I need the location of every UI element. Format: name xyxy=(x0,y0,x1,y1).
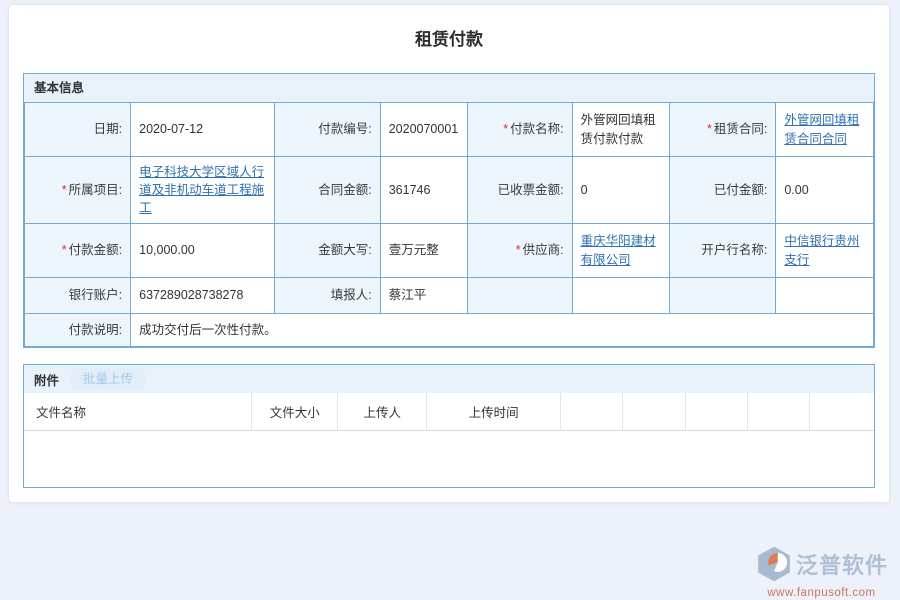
empty-cell xyxy=(468,278,572,314)
field-leasecontract-label: *租赁合同: xyxy=(670,103,776,157)
empty-column xyxy=(809,393,874,430)
attachments-empty-body xyxy=(24,431,874,487)
empty-column xyxy=(747,393,809,430)
empty-column xyxy=(560,393,622,430)
basic-info-section: 基本信息 日期: 2020-07-12 付款编号: 2020070001 *付款… xyxy=(23,73,875,348)
field-invoiced-label: 已收票金额: xyxy=(468,157,572,224)
field-paid-value: 0.00 xyxy=(776,157,874,224)
empty-column xyxy=(622,393,685,430)
basic-info-table: 日期: 2020-07-12 付款编号: 2020070001 *付款名称: 外… xyxy=(24,102,874,347)
field-amountwords-value: 壹万元整 xyxy=(380,224,467,278)
field-leasecontract-value: 外管网回填租赁合同合同 xyxy=(776,103,874,157)
field-supplier-value: 重庆华阳建材有限公司 xyxy=(572,224,670,278)
field-payname-value: 外管网回填租赁付款付款 xyxy=(572,103,670,157)
supplier-link[interactable]: 重庆华阳建材有限公司 xyxy=(581,234,656,266)
attachments-header: 附件 批量上传 xyxy=(24,365,874,393)
column-file-size: 文件大小 xyxy=(252,393,338,430)
field-preparer-label: 填报人: xyxy=(274,278,380,314)
attachments-header-row: 文件名称 文件大小 上传人 上传时间 xyxy=(24,393,874,430)
field-paymentamount-label: *付款金额: xyxy=(25,224,131,278)
field-bankname-label: 开户行名称: xyxy=(670,224,776,278)
bank-name-link[interactable]: 中信银行贵州支行 xyxy=(784,234,859,266)
field-paymentnote-label: 付款说明: xyxy=(25,314,131,347)
fanpu-logo-icon xyxy=(755,545,793,588)
vendor-watermark: 泛普软件 www.fanpusoft.com xyxy=(755,545,888,599)
required-asterisk: * xyxy=(516,243,521,257)
content-card: 租赁付款 基本信息 日期: 2020-07-12 付款编号: 202007000… xyxy=(8,4,890,503)
table-row: *付款金额: 10,000.00 金额大写: 壹万元整 *供应商: 重庆华阳建材… xyxy=(25,224,874,278)
attachments-section-title: 附件 xyxy=(34,370,59,389)
project-link[interactable]: 电子科技大学区域人行道及非机动车道工程施工 xyxy=(139,165,264,215)
field-payno-value: 2020070001 xyxy=(380,103,467,157)
empty-column xyxy=(685,393,747,430)
field-payno-label: 付款编号: xyxy=(274,103,380,157)
table-row: 银行账户: 637289028738278 填报人: 蔡江平 xyxy=(25,278,874,314)
field-contractamount-label: 合同金额: xyxy=(274,157,380,224)
attachments-section: 附件 批量上传 文件名称 文件大小 上传人 上传时间 xyxy=(23,364,875,488)
field-invoiced-value: 0 xyxy=(572,157,670,224)
required-asterisk: * xyxy=(707,122,712,136)
field-bankname-value: 中信银行贵州支行 xyxy=(776,224,874,278)
lease-contract-link[interactable]: 外管网回填租赁合同合同 xyxy=(784,113,859,145)
field-paymentnote-value: 成功交付后一次性付款。 xyxy=(131,314,874,347)
field-paymentamount-value: 10,000.00 xyxy=(131,224,274,278)
table-row: *所属项目: 电子科技大学区域人行道及非机动车道工程施工 合同金额: 36174… xyxy=(25,157,874,224)
column-upload-time: 上传时间 xyxy=(427,393,560,430)
attachments-table: 文件名称 文件大小 上传人 上传时间 xyxy=(24,393,874,431)
empty-cell xyxy=(776,278,874,314)
column-file-name: 文件名称 xyxy=(24,393,252,430)
field-contractamount-value: 361746 xyxy=(380,157,467,224)
required-asterisk: * xyxy=(62,243,67,257)
table-row: 付款说明: 成功交付后一次性付款。 xyxy=(25,314,874,347)
empty-cell xyxy=(670,278,776,314)
field-date-value: 2020-07-12 xyxy=(131,103,274,157)
vendor-brand-name: 泛普软件 xyxy=(796,554,888,578)
field-amountwords-label: 金额大写: xyxy=(274,224,380,278)
field-bankaccount-label: 银行账户: xyxy=(25,278,131,314)
vendor-url: www.fanpusoft.com xyxy=(755,587,888,599)
field-preparer-value: 蔡江平 xyxy=(380,278,467,314)
basic-info-section-title: 基本信息 xyxy=(24,74,874,102)
field-date-label: 日期: xyxy=(25,103,131,157)
field-paid-label: 已付金额: xyxy=(670,157,776,224)
required-asterisk: * xyxy=(503,122,508,136)
field-payname-label: *付款名称: xyxy=(468,103,572,157)
field-supplier-label: *供应商: xyxy=(468,224,572,278)
table-row: 日期: 2020-07-12 付款编号: 2020070001 *付款名称: 外… xyxy=(25,103,874,157)
field-bankaccount-value: 637289028738278 xyxy=(131,278,274,314)
empty-cell xyxy=(572,278,670,314)
page-title: 租赁付款 xyxy=(9,25,889,55)
field-project-label: *所属项目: xyxy=(25,157,131,224)
required-asterisk: * xyxy=(62,183,67,197)
field-project-value: 电子科技大学区域人行道及非机动车道工程施工 xyxy=(131,157,274,224)
column-uploader: 上传人 xyxy=(338,393,427,430)
batch-upload-button[interactable]: 批量上传 xyxy=(71,368,145,390)
